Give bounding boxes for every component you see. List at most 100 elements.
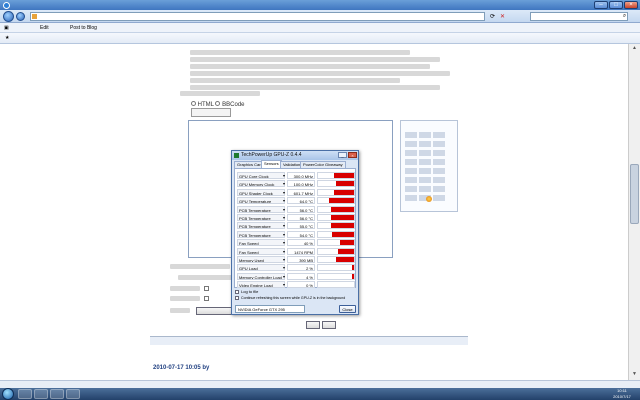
sensor-dropdown-icon[interactable]: ▾	[283, 190, 285, 195]
rule-line	[190, 71, 450, 76]
back-button[interactable]	[3, 11, 14, 22]
bbcode-toolbar[interactable]	[236, 108, 466, 117]
sensor-value: 40 %	[287, 239, 315, 247]
reply-header	[150, 336, 468, 345]
sensor-row: GPU Load ▾ 2 %	[237, 264, 355, 272]
browser-icon	[3, 2, 10, 9]
sensor-name: GPU Memory Clock	[237, 180, 285, 188]
taskbar-folder-icon[interactable]	[18, 389, 32, 399]
sensor-dropdown-icon[interactable]: ▾	[283, 283, 285, 287]
option-checkbox[interactable]	[204, 296, 209, 301]
sensor-row: PCB Temperature ▾ 54.0 °C	[237, 230, 355, 238]
gpuz-titlebar: TechPowerUp GPU-Z 0.4.4 _ ×	[232, 151, 358, 160]
tab-powercolor-giveaway[interactable]: PowerColor Giveaway	[300, 161, 346, 168]
sensor-name: Video Engine Load	[237, 281, 285, 289]
sensor-name: PCB Temperature	[237, 205, 285, 213]
sensor-name: PCB Temperature	[237, 214, 285, 221]
favorites-item[interactable]	[14, 34, 18, 43]
format-html-radio[interactable]	[191, 101, 196, 106]
reply-date: 2010-07-17 10:05 by	[153, 365, 210, 371]
sensor-row: PCB Temperature ▾ 55.0 °C	[237, 222, 355, 230]
scroll-down-icon[interactable]: ▼	[630, 370, 639, 379]
sensor-value: 56.0 °C	[287, 205, 315, 213]
system-clock[interactable]: 10:11 2010/7/17	[604, 388, 640, 400]
maximize-button[interactable]: □	[609, 1, 623, 9]
sensor-dropdown-icon[interactable]: ▾	[283, 224, 285, 228]
rule-line	[190, 57, 440, 62]
sensor-graph	[317, 281, 355, 289]
taskbar-browser-icon[interactable]	[34, 389, 48, 399]
sensor-row: GPU Memory Clock ▾ 100.0 MHz	[237, 180, 355, 188]
minimize-button[interactable]: –	[594, 1, 608, 9]
emoticon-icon[interactable]	[426, 196, 432, 202]
favorites-star-icon[interactable]: ★	[3, 34, 11, 43]
font-select[interactable]	[191, 108, 231, 117]
continue-refresh-checkbox[interactable]	[235, 296, 239, 300]
sensor-graph	[317, 205, 355, 213]
sensor-dropdown-icon[interactable]: ▾	[283, 207, 285, 212]
toolbar-post-to-blog[interactable]: Post to Blog	[70, 23, 97, 33]
continue-refresh-option[interactable]: Continue refreshing this screen while GP…	[235, 295, 345, 301]
scroll-up-icon[interactable]: ▲	[630, 44, 639, 53]
sensor-name: PCB Temperature	[237, 230, 285, 238]
sensor-dropdown-icon[interactable]: ▾	[283, 266, 285, 270]
search-icon[interactable]: ⌕	[620, 12, 629, 21]
sensor-value: 56.0 °C	[287, 214, 315, 221]
sensor-value: 54.0 °C	[287, 230, 315, 238]
forward-button[interactable]	[16, 12, 25, 21]
sensor-dropdown-icon[interactable]: ▾	[283, 216, 285, 220]
sensor-row: Memory Controller Load ▾ 4 %	[237, 272, 355, 280]
sensor-name: PCB Temperature	[237, 222, 285, 230]
site-favicon	[32, 14, 37, 19]
gpuz-close-button[interactable]: Close	[339, 305, 356, 313]
attachment-button[interactable]	[196, 307, 236, 315]
preview-button[interactable]	[322, 321, 336, 329]
form-label	[170, 286, 200, 291]
toolbar-edit[interactable]: Edit	[40, 23, 49, 33]
sensor-dropdown-icon[interactable]: ▾	[283, 241, 285, 245]
sensor-row: GPU Shader Clock ▾ 601.7 MHz	[237, 188, 355, 196]
stop-icon[interactable]: ✕	[500, 13, 505, 20]
taskbar-app-icon[interactable]	[50, 389, 64, 399]
sensor-graph	[317, 172, 355, 179]
start-button[interactable]	[2, 388, 14, 400]
sensor-graph	[317, 230, 355, 238]
vertical-scrollbar[interactable]: ▲ ▼	[628, 44, 640, 380]
tab-sensors[interactable]: Sensors	[261, 160, 282, 168]
gpuz-close-icon[interactable]: ×	[348, 152, 357, 158]
address-bar[interactable]	[30, 12, 485, 21]
sensor-name: Memory Controller Load	[237, 272, 285, 280]
sensor-dropdown-icon[interactable]: ▾	[283, 232, 285, 237]
sensor-graph	[317, 222, 355, 230]
sensor-graph	[317, 272, 355, 280]
sensor-row: Fan Speed ▾ 40 %	[237, 239, 355, 247]
format-bbcode-radio[interactable]	[215, 101, 221, 106]
emoticon-grid[interactable]	[405, 131, 455, 203]
sensor-dropdown-icon[interactable]: ▾	[283, 249, 285, 254]
submit-button[interactable]	[306, 321, 320, 329]
sensor-dropdown-icon[interactable]: ▾	[283, 274, 285, 279]
sensor-value: 4 %	[287, 272, 315, 280]
command-toolbar: ▣ Edit Post to Blog	[0, 23, 640, 33]
sensor-dropdown-icon[interactable]: ▾	[283, 174, 285, 178]
sensor-dropdown-icon[interactable]: ▾	[283, 258, 285, 262]
gpuz-minimize-button[interactable]: _	[338, 152, 347, 158]
sensor-dropdown-icon[interactable]: ▾	[283, 199, 285, 203]
sensor-graph-fill	[332, 231, 354, 237]
sensor-dropdown-icon[interactable]: ▾	[283, 182, 285, 186]
sensor-value: 390 MB	[287, 256, 315, 263]
sensor-row: GPU Core Clock ▾ 300.0 MHz	[237, 172, 355, 179]
rule-line	[190, 78, 400, 83]
toolbar-item[interactable]: ▣	[4, 23, 9, 33]
close-button[interactable]: ×	[624, 1, 638, 9]
scrollbar-thumb[interactable]	[630, 164, 639, 224]
rule-line	[190, 85, 440, 90]
favorites-item[interactable]	[62, 34, 66, 43]
taskbar-app-icon[interactable]	[66, 389, 80, 399]
option-checkbox[interactable]	[204, 286, 209, 291]
search-input[interactable]	[530, 12, 628, 21]
log-to-file-checkbox[interactable]	[235, 290, 239, 294]
gpu-device-select[interactable]: NVIDIA GeForce GTX 295	[235, 305, 305, 313]
refresh-icon[interactable]: ⟳	[490, 13, 495, 20]
sensor-row: PCB Temperature ▾ 56.0 °C	[237, 214, 355, 221]
